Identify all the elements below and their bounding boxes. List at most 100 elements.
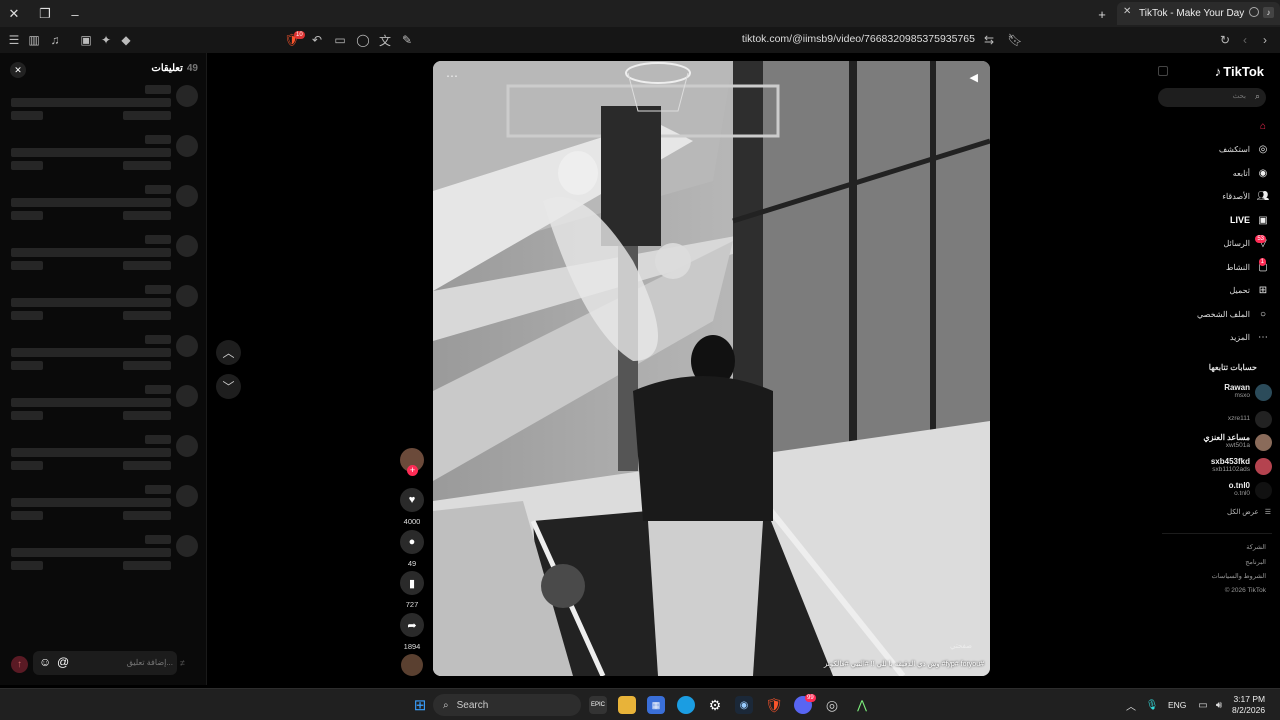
comment-input[interactable]: ☺ @ إضافة تعليق... [33,651,177,675]
bookmark-icon[interactable]: 🔖︎ [1006,31,1024,49]
sidebar-item-upload[interactable]: تحميل ⊞ [1150,282,1270,300]
reader-icon[interactable]: ▭ [331,31,349,49]
tab-manager-icon[interactable]: ▣ [77,31,95,49]
send-icon[interactable]: ≠ [180,658,185,668]
reload-icon[interactable]: ↻ [1216,31,1234,49]
file-explorer-icon[interactable] [618,696,636,714]
account-handle: sxb11102ads [1212,466,1250,473]
tiktok-logo[interactable]: ♪ TikTok [1215,64,1264,79]
skeleton-line [123,111,171,120]
tab-audio-icon[interactable] [1249,7,1259,17]
post-comment-button[interactable]: ↑ [11,656,28,673]
footer-link[interactable]: الشركة [1246,543,1266,551]
brave-browser-icon[interactable]: 🛡 [765,696,783,714]
music-disc-icon[interactable] [401,654,423,676]
next-video-button[interactable]: ﹀ [216,374,241,399]
heart-icon[interactable]: ♥ [400,488,424,512]
steam-icon[interactable]: ◉ [735,696,753,714]
sidebar-item-friends[interactable]: الأصدقاء 👥︎ [1150,188,1270,206]
sidebar-item-messages[interactable]: الرسائل ▽ 53 [1150,234,1270,253]
settings-icon[interactable]: ⚙ [706,696,724,714]
avatar [1255,410,1272,428]
language-indicator[interactable]: ENG [1168,700,1186,710]
translate-icon[interactable]: 文 [376,31,394,49]
sidebar-item-live[interactable]: LIVE ▣ [1150,211,1270,229]
following-account[interactable]: o.tnl0 o.tnl0 [1150,479,1272,501]
back-icon[interactable]: ‹ [1236,31,1254,49]
avatar [1255,383,1272,401]
taskbar-search[interactable]: ⌕ Search [433,694,581,716]
skeleton-line [11,461,43,470]
volume-icon[interactable]: ◀︎ [970,71,978,84]
close-tab-icon[interactable]: ✕ [1123,6,1131,17]
following-account[interactable]: sxb453fkd sxb11102ads [1150,455,1272,477]
close-window-icon[interactable]: ✕ [5,5,23,23]
footer-link[interactable]: © 2026 TikTok [1225,587,1266,594]
previous-video-button[interactable]: ︿ [216,340,241,365]
store-icon[interactable]: ▦ [647,696,665,714]
restore-window-icon[interactable]: ❐ [36,5,54,23]
sidebar-item-activity[interactable]: النشاط ▢ 1 [1150,258,1270,276]
follow-plus-icon[interactable]: + [407,465,418,476]
following-account[interactable]: مساعد العنزي xwt501a [1150,431,1272,453]
comment-action[interactable]: ● 49 [400,530,424,568]
sidebar-item-compass[interactable]: استكشف ◎ [1150,141,1270,159]
sidebar-toggle-icon[interactable]: ▥ [25,31,43,49]
sidebar-item-following[interactable]: أتابعه ◉ [1150,164,1270,182]
sidebar-item-more[interactable]: المزيد ⋯ [1150,329,1270,347]
search-icon[interactable]: ⌕ [1255,91,1260,102]
music-icon[interactable]: ♫ [46,31,64,49]
clock[interactable]: 3:17 PM 8/2/2026 [1232,694,1265,716]
like-action[interactable]: ♥ 4000 [400,488,424,526]
footer-link[interactable]: البرنامج [1245,558,1266,566]
scribble-icon[interactable]: ✎ [398,31,416,49]
share-action[interactable]: ➦ 1894 [400,613,424,651]
chat-icon[interactable]: ◯ [354,31,372,49]
footer-link[interactable]: الشروط والسياسات [1212,572,1266,580]
see-all-link[interactable]: عرض الكل ☰ [1227,508,1271,516]
site-settings-icon[interactable]: ⇆ [980,31,998,49]
music-disc[interactable] [400,654,424,676]
date: 8/2/2026 [1232,705,1266,715]
address-bar[interactable]: tiktok.com/@iimsb9/video/766832098537593… [700,33,975,45]
video-player[interactable]: ⋯ ◀︎ صفحتي وش ذي الدقيقه يا للي !! #التب… [433,61,990,676]
minimize-window-icon[interactable]: – [66,5,84,23]
skeleton-line [11,148,171,157]
emoji-icon[interactable]: ☺ [39,655,51,669]
extensions-icon[interactable]: ✦ [97,31,115,49]
collapse-sidebar-icon[interactable] [1158,66,1168,76]
sidebar-item-profile[interactable]: الملف الشخصي ○ [1150,305,1270,323]
share-icon[interactable]: ➦ [400,613,424,637]
save-action[interactable]: ▮ 727 [400,571,424,609]
chrome-icon[interactable]: ◎ [823,696,841,714]
skeleton-avatar [176,335,198,357]
account-text: Rawan msxo [1224,384,1250,400]
microphone-icon[interactable]: 🎙︎ [1143,696,1161,714]
volume-icon[interactable]: 🔊︎ [1210,696,1228,714]
forward-icon[interactable]: › [1256,31,1274,49]
creator-avatar[interactable]: + [400,448,424,476]
skeleton-line [11,348,171,357]
windows-start-icon[interactable]: ⊞ [411,696,429,714]
following-icon: ◉ [1258,167,1268,179]
close-comments-button[interactable]: ✕ [10,62,26,78]
nvidia-icon[interactable]: ⋀ [853,696,871,714]
following-account[interactable]: Rawan msxo [1150,381,1272,403]
back-history-icon[interactable]: ↶ [308,31,326,49]
wallet-icon[interactable]: ◆ [117,31,135,49]
mention-icon[interactable]: @ [57,655,69,669]
comment-icon[interactable]: ● [400,530,424,554]
following-account[interactable]: xzre111 [1150,408,1272,430]
epic-games-icon[interactable]: EPIC [589,696,607,714]
sidebar-item-home[interactable]: ⌂ [1150,117,1270,135]
skeleton-line [145,135,171,144]
new-tab-icon[interactable]: + [1093,5,1111,23]
video-more-icon[interactable]: ⋯ [446,69,458,83]
menu-icon[interactable]: ☰ [5,31,23,49]
edge-icon[interactable] [677,696,695,714]
tray-expand-icon[interactable]: ︿ [1122,696,1140,714]
search-input[interactable]: بحث ⌕ [1158,88,1266,107]
tab-tiktok[interactable]: ✕ TikTok - Make Your Day ♪ [1117,2,1280,25]
skeleton-line [123,261,171,270]
bookmark-save-icon[interactable]: ▮ [400,571,424,595]
